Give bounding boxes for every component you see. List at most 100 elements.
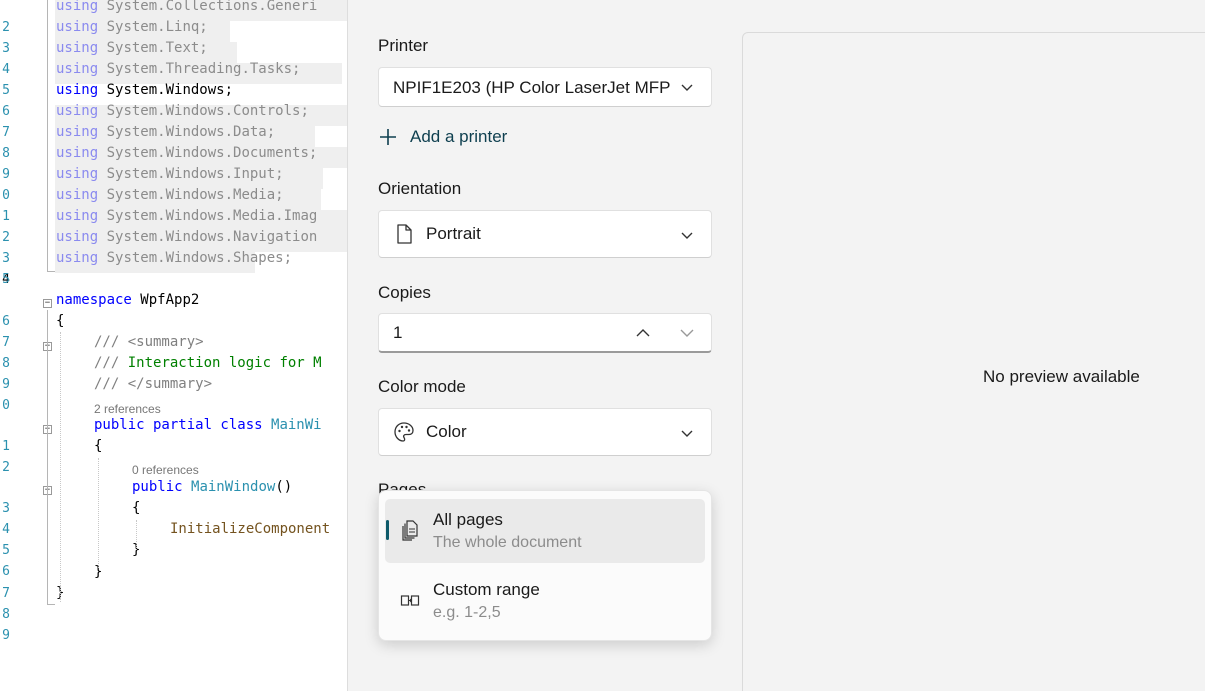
doc-comment-text: Interaction logic for M [127,355,322,371]
code-line: 4 { [0,498,347,537]
class-name: MainWi [271,417,322,433]
namespace-ref: System.Windows; [106,82,234,98]
code-editor[interactable]: 2 using System.Collections.Generi 3 usin… [0,0,347,691]
keyword: using [56,82,99,98]
namespace-ref: System.Windows.Media; [106,187,284,203]
doc-comment-prefix: /// [94,355,120,371]
keyword: using [56,166,99,182]
color-mode-dropdown[interactable]: Color [378,408,712,456]
code-line: 8 } [0,583,347,622]
orientation-dropdown[interactable]: Portrait [378,210,712,258]
keyword: namespace [56,292,132,308]
namespace-ref: System.Windows.Documents; [106,145,318,161]
code-line: 3 using System.Linq; [0,17,347,56]
keyword: using [56,187,99,203]
code-line: 7 using System.Windows.Controls; [0,101,347,140]
line-number: 0 [2,398,10,413]
method-call: InitializeComponent [170,521,331,537]
print-preview-pane: No preview available [742,32,1205,691]
menu-item-subtitle: e.g. 1-2,5 [433,604,501,621]
menu-item-title: All pages [433,510,503,529]
code-line: 9 /// Interaction logic for M [0,353,347,392]
namespace-ref: System.Windows.Shapes; [106,250,293,266]
keyword: using [56,229,99,245]
namespace-name: WpfApp2 [140,292,200,308]
code-line: 7 { [0,311,347,350]
code-line: 5 using System.Threading.Tasks; [0,59,347,98]
keyword: using [56,250,99,266]
orientation-value: Portrait [426,224,481,243]
color-mode-value: Color [426,422,467,441]
selection-indicator [386,520,389,540]
doc-comment: /// </summary> [94,376,213,392]
keyword: using [56,103,99,119]
copies-label: Copies [378,283,431,302]
doc-comment: /// <summary> [94,334,204,350]
code-line: 9 [0,604,347,643]
namespace-ref: System.Windows.Input; [106,166,284,182]
orientation-label: Orientation [378,179,462,198]
code-line: 0 /// </summary> [0,374,347,413]
menu-item-title: Custom range [433,580,540,599]
code-line: 0 using System.Windows.Input; [0,164,347,203]
printer-value: NPIF1E203 (HP Color LaserJet MFP M [393,78,673,97]
code-line: 8 /// <summary> [0,332,347,371]
copies-stepper[interactable]: 1 [378,313,712,353]
brace: { [94,438,103,454]
collapse-icon[interactable]: − [43,299,52,308]
namespace-ref: System.Windows.Navigation [106,229,318,245]
code-line: 9 using System.Windows.Documents; [0,143,347,182]
namespace-ref: System.Windows.Controls; [106,103,309,119]
line-number: 9 [2,628,10,643]
keyword: using [56,61,99,77]
code-line: 6 using System.Windows; [0,80,347,119]
code-line: 7 } [0,562,347,601]
line-number: 2 [2,460,10,475]
brace: { [132,500,141,516]
keyword: using [56,40,99,56]
print-dialog-panel: Printer NPIF1E203 (HP Color LaserJet MFP… [347,0,1205,691]
copies-value: 1 [393,323,403,342]
keyword: using [56,145,99,161]
chevron-up-icon[interactable] [635,326,651,340]
method-name: MainWindow [191,479,276,495]
indent-guide [60,332,61,602]
printer-dropdown[interactable]: NPIF1E203 (HP Color LaserJet MFP M [378,67,712,107]
page-range-icon [400,595,420,606]
add-printer-label: Add a printer [410,127,508,146]
code-line: 2 { [0,436,347,475]
code-line: 6 } [0,540,347,579]
keyword: using [56,124,99,140]
code-line: 2 using System.Windows.Media.Imag [0,206,347,245]
namespace-ref: System.Threading.Tasks; [106,61,301,77]
code-line: 5 [0,269,347,290]
outline-guide-end [47,604,55,605]
menu-item-all-pages[interactable]: All pages The whole document [385,499,705,563]
namespace-ref: System.Windows.Media.Imag [106,208,318,224]
codelens-references[interactable]: 2 references [94,402,161,416]
keyword: using [56,0,99,14]
codelens-references[interactable]: 0 references [132,463,199,477]
indent-guide [98,458,99,568]
keyword: using [56,208,99,224]
code-line: 2 using System.Collections.Generi [0,0,347,35]
palette-icon [394,422,414,442]
code-line: 1 using System.Windows.Media; [0,185,347,224]
add-printer-button[interactable]: Add a printer [378,125,507,149]
keyword: using [56,19,99,35]
code-line: 3 using System.Windows.Navigation [0,227,347,266]
line-number: 5 [2,272,10,287]
color-mode-label: Color mode [378,377,466,396]
namespace-ref: System.Linq; [106,19,208,35]
pages-dropdown-menu: All pages The whole document Custom rang… [378,490,712,641]
namespace-ref: System.Collections.Generi [106,0,318,14]
outline-guide [47,352,48,384]
printer-label: Printer [378,36,429,55]
code-line: 4 using System.Windows.Shapes; [0,248,347,287]
chevron-down-icon[interactable] [679,326,695,340]
menu-item-custom-range[interactable]: Custom range e.g. 1-2,5 [385,569,705,633]
namespace-ref: System.Text; [106,40,208,56]
code-line: 3 public MainWindow() [0,477,347,516]
chevron-down-icon [681,232,693,239]
code-line: 6 namespace WpfApp2 [0,290,347,329]
